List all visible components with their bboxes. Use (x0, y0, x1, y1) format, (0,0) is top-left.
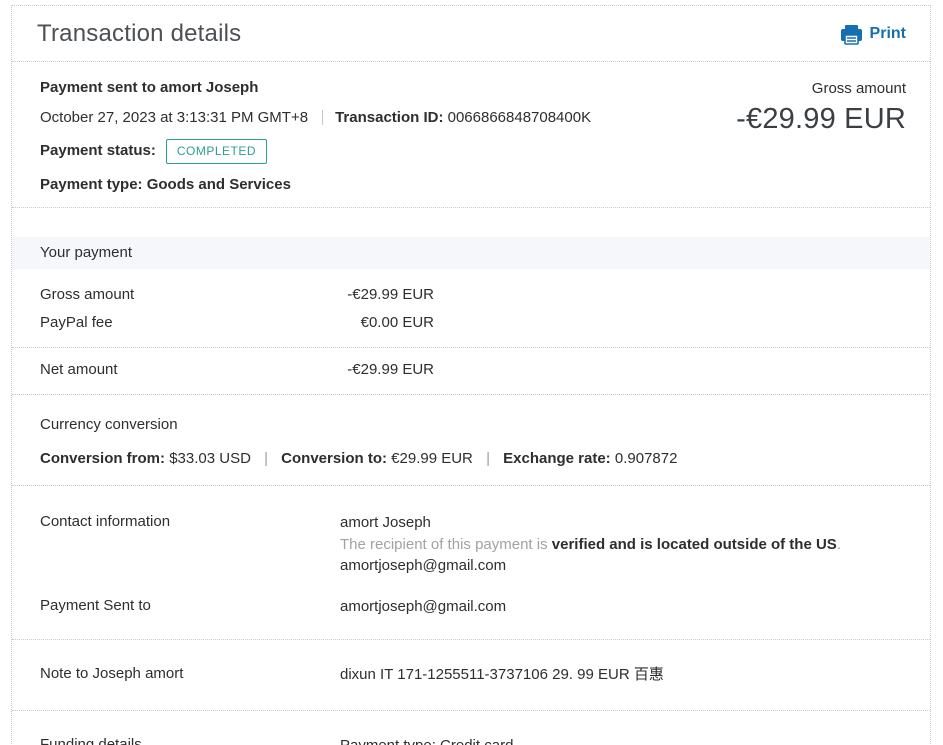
print-button[interactable]: Print (840, 24, 906, 45)
payment-status-label: Payment status: (40, 142, 156, 159)
table-divider (12, 347, 930, 348)
currency-conversion-section: Currency conversion Conversion from: $33… (12, 395, 930, 485)
row-label: Gross amount (40, 286, 135, 303)
note-row: Note to Joseph amort dixun IT 171-125551… (12, 664, 930, 710)
recipient-note-bold: verified and is located outside of the U… (551, 535, 837, 553)
page-title: Transaction details (37, 20, 242, 47)
transaction-details-card: Transaction details Print Payment sent t… (11, 5, 931, 745)
currency-conversion-title: Currency conversion (40, 416, 178, 433)
payment-type-line: Payment type: Goods and Services (40, 176, 291, 193)
funding-line: Payment type: Credit card (340, 736, 514, 745)
table-row: Net amount -€29.99 EUR (40, 356, 434, 384)
row-label: PayPal fee (40, 314, 113, 331)
gross-amount-value: -€29.99 EUR (736, 103, 906, 135)
note-value: dixun IT 171-1255511-3737106 29. 99 EUR … (340, 666, 664, 683)
funding-details-row: Funding details Payment type: Credit car… (12, 735, 930, 745)
vertical-separator (322, 110, 324, 125)
note-label: Note to Joseph amort (40, 665, 184, 682)
gross-amount-label: Gross amount (811, 80, 906, 97)
payment-sent-to-row: Payment Sent to amortjoseph@gmail.com (12, 596, 930, 640)
recipient-note-end: . (836, 535, 841, 553)
pipe-separator: | (486, 450, 490, 467)
date-and-txn-line: October 27, 2023 at 3:13:31 PM GMT+8 Tran… (40, 109, 591, 127)
contact-information-label: Contact information (40, 513, 171, 530)
print-label: Print (869, 25, 906, 42)
payment-date: October 27, 2023 at 3:13:31 PM GMT+8 (40, 109, 309, 126)
conversion-to-label: Conversion to: (281, 450, 387, 467)
conversion-from-value: $33.03 USD (169, 450, 251, 467)
pipe-separator: | (264, 450, 268, 467)
section-divider (12, 207, 930, 208)
recipient-verification-note: The recipient of this payment is verifie… (340, 534, 930, 556)
row-label: Net amount (40, 361, 118, 378)
recipient-note-gray: The recipient of this payment is (340, 535, 552, 553)
payment-status-line: Payment status: COMPLETED (40, 139, 591, 164)
row-value: €0.00 EUR (360, 314, 434, 331)
funding-details-label: Funding details (40, 735, 142, 745)
your-payment-header: Your payment (12, 237, 930, 269)
row-value: -€29.99 EUR (347, 286, 434, 303)
contact-email: amortjoseph@gmail.com (340, 557, 507, 574)
card-header: Transaction details Print (12, 6, 930, 62)
exchange-rate-label: Exchange rate: (503, 450, 611, 467)
transaction-id: 0066866848708400K (447, 109, 592, 126)
payment-sent-to-line: Payment sent to amort Joseph (40, 79, 259, 96)
table-row: Gross amount -€29.99 EUR (40, 281, 434, 309)
status-badge: COMPLETED (165, 139, 268, 164)
section-divider (12, 709, 930, 711)
currency-conversion-line: Conversion from: $33.03 USD | Conversion… (40, 449, 930, 468)
exchange-rate-value: 0.907872 (614, 450, 678, 467)
payment-sent-to-label: Payment Sent to (40, 596, 151, 614)
summary-section: Payment sent to amort Joseph October 27,… (12, 62, 930, 207)
your-payment-table: Gross amount -€29.99 EUR PayPal fee €0.0… (40, 281, 434, 337)
contact-information-row: Contact information amort Joseph The rec… (12, 512, 930, 577)
contact-name: amort Joseph (340, 514, 431, 531)
conversion-to-value: €29.99 EUR (391, 450, 473, 467)
section-divider (12, 485, 930, 486)
print-icon (840, 24, 862, 45)
transaction-id-label: Transaction ID: (335, 109, 444, 126)
row-value: -€29.99 EUR (347, 361, 434, 378)
table-row: PayPal fee €0.00 EUR (40, 309, 434, 337)
conversion-from-label: Conversion from: (40, 450, 166, 467)
payment-sent-to-value: amortjoseph@gmail.com (340, 597, 507, 615)
section-divider (12, 639, 930, 640)
net-amount-row-container: Net amount -€29.99 EUR (40, 356, 434, 384)
